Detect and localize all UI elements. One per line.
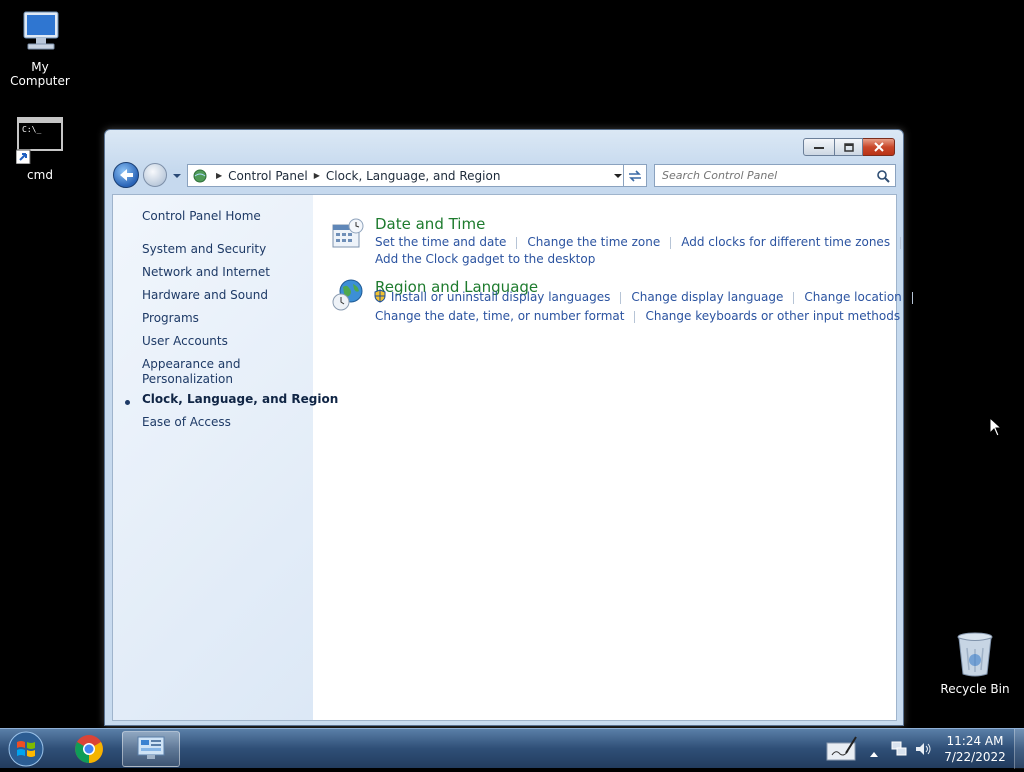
sidebar: Control Panel Home System and Security N… bbox=[113, 195, 338, 720]
breadcrumb-control-panel[interactable]: Control Panel bbox=[228, 169, 308, 183]
link-separator bbox=[670, 236, 672, 249]
sidebar-item-hardware-sound[interactable]: Hardware and Sound bbox=[142, 288, 268, 303]
chevron-down-icon bbox=[173, 174, 181, 178]
link-change-time-zone[interactable]: Change the time zone bbox=[527, 235, 660, 249]
volume-icon[interactable] bbox=[914, 740, 932, 762]
address-bar[interactable]: ▶ Control Panel ▶ Clock, Language, and R… bbox=[187, 164, 629, 187]
pen-input-icon[interactable] bbox=[826, 735, 858, 767]
minimize-button[interactable] bbox=[803, 138, 835, 156]
desktop-icon-label: cmd bbox=[27, 168, 53, 182]
category-links-row: Set the time and date Change the time zon… bbox=[375, 235, 911, 249]
desktop-icon-cmd[interactable]: C:\_ cmd bbox=[0, 116, 80, 182]
link-separator bbox=[911, 291, 913, 304]
show-desktop-button[interactable] bbox=[1014, 729, 1024, 769]
start-button[interactable] bbox=[6, 730, 46, 768]
control-panel-window: ▶ Control Panel ▶ Clock, Language, and R… bbox=[104, 129, 913, 726]
main-panel: Date and Time Set the time and date Chang… bbox=[313, 195, 913, 720]
refresh-icon bbox=[629, 169, 641, 182]
breadcrumb-arrow-icon: ▶ bbox=[216, 171, 223, 180]
sidebar-item-appearance-line1[interactable]: Appearance and bbox=[142, 357, 240, 372]
show-hidden-icons-button[interactable] bbox=[869, 743, 879, 762]
window-controls bbox=[803, 138, 895, 156]
desktop-icon-my-computer[interactable]: My Computer bbox=[0, 8, 80, 88]
category-title-date-time[interactable]: Date and Time bbox=[375, 215, 485, 233]
link-separator bbox=[516, 236, 518, 249]
recycle-bin-icon bbox=[953, 630, 997, 678]
mouse-cursor-icon bbox=[989, 416, 1003, 441]
control-panel-icon bbox=[137, 736, 165, 759]
minimize-icon bbox=[814, 147, 824, 149]
sidebar-item-user-accounts[interactable]: User Accounts bbox=[142, 334, 228, 349]
taskbar-chrome[interactable] bbox=[60, 731, 118, 767]
network-icon[interactable] bbox=[890, 740, 908, 762]
desktop-icon-label: My Computer bbox=[10, 60, 70, 88]
sidebar-item-appearance-line2[interactable]: Personalization bbox=[142, 372, 233, 387]
close-icon bbox=[873, 142, 884, 152]
link-install-display-languages[interactable]: Install or uninstall display languages bbox=[391, 290, 611, 304]
navigation-bar: ▶ Control Panel ▶ Clock, Language, and R… bbox=[113, 162, 897, 188]
link-change-location[interactable]: Change location bbox=[804, 290, 901, 304]
category-links-row: Add the Clock gadget to the desktop bbox=[375, 252, 595, 266]
desktop-icon-label: Recycle Bin bbox=[940, 682, 1010, 696]
calendar-clock-icon bbox=[331, 217, 365, 255]
computer-icon bbox=[16, 8, 64, 56]
link-separator bbox=[620, 291, 622, 304]
cmd-icon: C:\_ bbox=[15, 116, 64, 165]
sidebar-item-clock-language-region[interactable]: Clock, Language, and Region bbox=[142, 392, 338, 407]
desktop: My Computer C:\_ cmd Recycle Bin ▶ Contr… bbox=[0, 0, 1024, 728]
search-icon bbox=[876, 168, 890, 187]
search-input[interactable] bbox=[655, 169, 865, 182]
link-add-clocks[interactable]: Add clocks for different time zones bbox=[681, 235, 890, 249]
back-arrow-icon bbox=[120, 169, 133, 181]
category-links-row: Change the date, time, or number format C… bbox=[375, 309, 900, 323]
breadcrumb-arrow-icon: ▶ bbox=[313, 171, 320, 180]
globe-clock-icon bbox=[331, 278, 365, 316]
link-add-clock-gadget[interactable]: Add the Clock gadget to the desktop bbox=[375, 252, 595, 266]
link-set-time-date[interactable]: Set the time and date bbox=[375, 235, 506, 249]
sidebar-item-control-panel-home[interactable]: Control Panel Home bbox=[142, 209, 261, 224]
taskbar-control-panel[interactable] bbox=[122, 731, 180, 767]
windows-logo-icon bbox=[8, 731, 44, 767]
chrome-icon bbox=[75, 735, 103, 763]
clock-time: 11:24 AM bbox=[946, 734, 1004, 748]
taskbar: 11:24 AM 7/22/2022 bbox=[0, 728, 1024, 769]
search-box[interactable] bbox=[654, 164, 896, 187]
link-change-date-format[interactable]: Change the date, time, or number format bbox=[375, 309, 624, 323]
desktop-icon-recycle-bin[interactable]: Recycle Bin bbox=[935, 630, 1015, 696]
maximize-icon bbox=[843, 142, 854, 152]
back-button[interactable] bbox=[113, 162, 139, 188]
chevron-up-icon bbox=[870, 752, 878, 757]
link-separator bbox=[900, 236, 902, 249]
sidebar-item-programs[interactable]: Programs bbox=[142, 311, 199, 326]
close-button[interactable] bbox=[863, 138, 895, 156]
category-links-row: Install or uninstall display languages Ch… bbox=[373, 289, 923, 306]
sidebar-item-network-internet[interactable]: Network and Internet bbox=[142, 265, 270, 280]
link-separator bbox=[634, 310, 636, 323]
recent-pages-button[interactable] bbox=[171, 168, 183, 182]
breadcrumb-clock-language-region[interactable]: Clock, Language, and Region bbox=[326, 169, 501, 183]
link-change-display-language[interactable]: Change display language bbox=[631, 290, 783, 304]
link-separator bbox=[793, 291, 795, 304]
svg-text:C:\_: C:\_ bbox=[22, 125, 41, 134]
clock-date: 7/22/2022 bbox=[944, 750, 1006, 764]
current-item-bullet bbox=[125, 400, 130, 405]
content-area: Control Panel Home System and Security N… bbox=[112, 194, 913, 721]
shield-icon bbox=[373, 289, 387, 306]
sidebar-item-system-security[interactable]: System and Security bbox=[142, 242, 266, 257]
refresh-button[interactable] bbox=[623, 164, 647, 187]
sidebar-item-ease-of-access[interactable]: Ease of Access bbox=[142, 415, 231, 430]
control-panel-globe-icon bbox=[192, 168, 208, 184]
link-change-keyboards[interactable]: Change keyboards or other input methods bbox=[645, 309, 900, 323]
chevron-down-icon bbox=[614, 173, 622, 178]
taskbar-clock[interactable]: 11:24 AM 7/22/2022 bbox=[940, 733, 1010, 765]
forward-button[interactable] bbox=[143, 163, 167, 187]
maximize-button[interactable] bbox=[835, 138, 863, 156]
